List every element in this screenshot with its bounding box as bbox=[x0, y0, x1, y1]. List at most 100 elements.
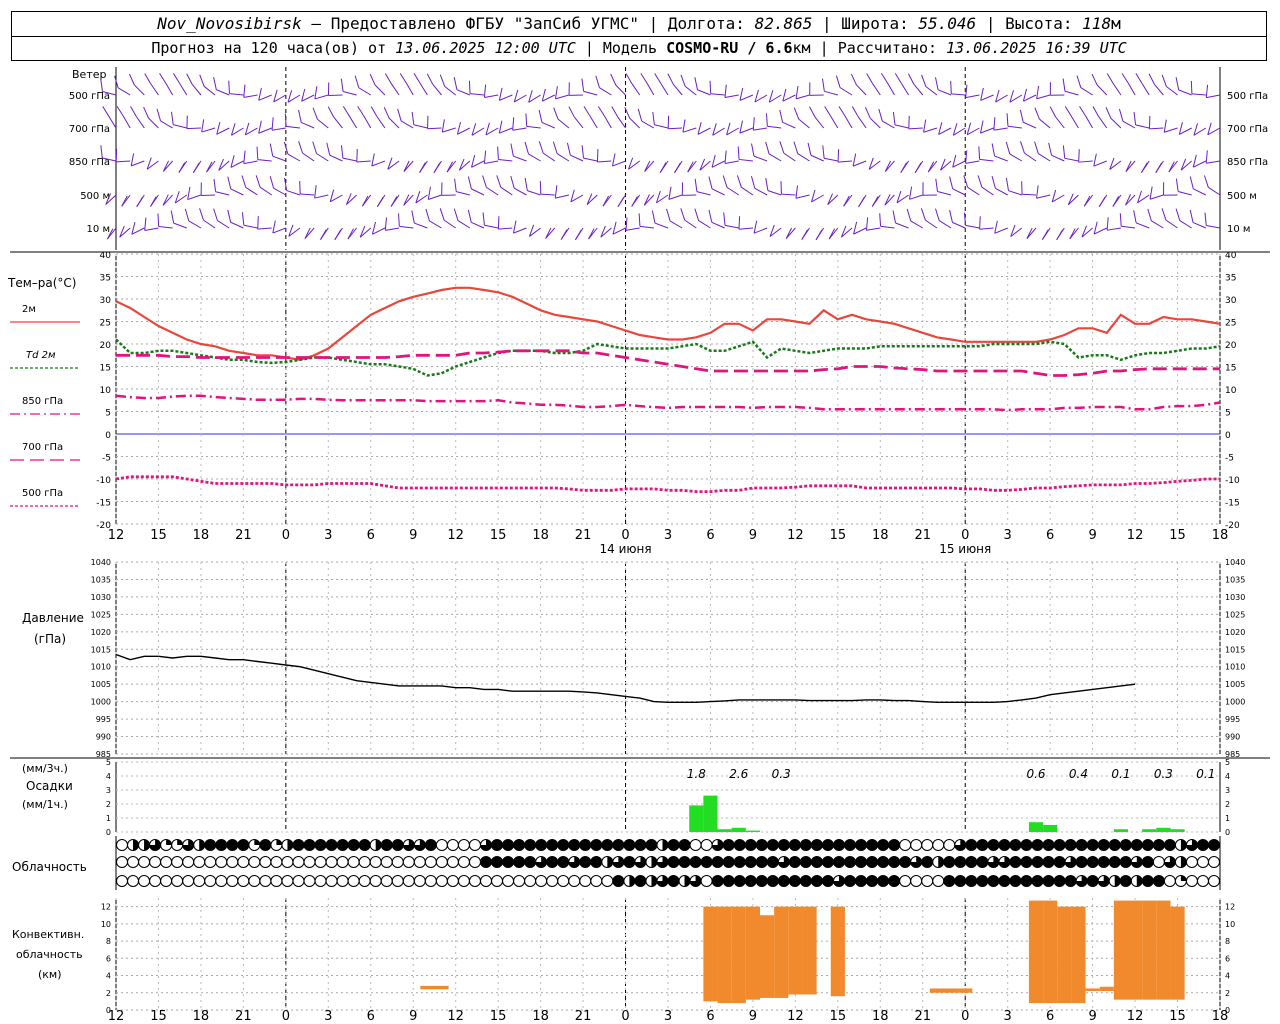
wind-barb bbox=[654, 222, 669, 229]
wind-barb-tick bbox=[878, 108, 883, 122]
cloud-circle bbox=[1020, 875, 1033, 887]
pressure-ytick-left: 1025 bbox=[91, 610, 111, 619]
cloud-fill bbox=[1180, 875, 1187, 881]
wind-barb bbox=[994, 155, 1008, 162]
wind-barb-tick bbox=[170, 111, 174, 125]
wind-barb bbox=[583, 90, 598, 96]
cloud-symbol bbox=[976, 856, 989, 868]
cloud-symbol bbox=[722, 839, 735, 851]
wind-barb bbox=[287, 153, 301, 162]
wind-barb bbox=[498, 159, 513, 162]
wind-barb bbox=[739, 94, 754, 101]
wind-barb bbox=[1151, 220, 1164, 229]
wind-barb-tick bbox=[272, 220, 276, 234]
wind-barb bbox=[1093, 160, 1107, 167]
wind-barb bbox=[1125, 194, 1136, 206]
wind-barb bbox=[243, 94, 258, 98]
cloud-symbol bbox=[502, 875, 515, 887]
cloud-circle bbox=[755, 875, 768, 887]
cloud-symbol bbox=[656, 839, 669, 851]
cloud-circle bbox=[546, 856, 559, 868]
cloud-circle bbox=[380, 856, 393, 868]
wind-barb bbox=[258, 127, 272, 134]
cloud-circle bbox=[524, 875, 537, 887]
cloud-circle bbox=[446, 839, 459, 851]
cloud-circle bbox=[1042, 856, 1055, 868]
conv-bar bbox=[434, 985, 449, 990]
conv-ytick-right: 8 bbox=[1225, 937, 1230, 946]
wind-barb-tick bbox=[739, 120, 743, 134]
cloud-circle bbox=[149, 875, 162, 887]
cloud-circle bbox=[513, 839, 526, 851]
cloud-title: Облачность bbox=[12, 860, 87, 874]
wind-barb-tick bbox=[950, 80, 952, 94]
cloud-symbol bbox=[832, 856, 845, 868]
cloud-symbol bbox=[248, 839, 261, 851]
wind-barb-tick bbox=[199, 74, 205, 87]
wind-barb-tick bbox=[682, 119, 686, 133]
cloud-circle bbox=[358, 875, 371, 887]
cloud-circle bbox=[1163, 875, 1176, 887]
cloud-symbol bbox=[557, 839, 570, 851]
wind-barb-tick bbox=[568, 106, 575, 118]
cloud-symbol bbox=[799, 875, 812, 887]
cloud-symbol bbox=[1042, 839, 1055, 851]
wind-barb-tick bbox=[227, 176, 232, 190]
cloud-symbol bbox=[193, 839, 206, 851]
wind-barb bbox=[1135, 222, 1150, 229]
wind-barb bbox=[798, 118, 810, 129]
cloud-circle bbox=[546, 875, 559, 887]
cloud-circle bbox=[755, 856, 768, 868]
cloud-symbol bbox=[888, 856, 901, 868]
wind-barb bbox=[895, 222, 909, 229]
cloud-circle bbox=[424, 875, 437, 887]
wind-barb bbox=[271, 127, 286, 131]
cloud-symbol bbox=[557, 856, 570, 868]
wind-barb-tick bbox=[871, 196, 879, 207]
cloud-circle bbox=[259, 839, 272, 851]
wind-barb-tick bbox=[949, 209, 953, 223]
temp-xtick: 18 bbox=[532, 528, 549, 543]
cloud-symbol bbox=[1185, 875, 1198, 887]
cloud-symbol bbox=[1130, 839, 1143, 851]
wind-barb-tick bbox=[512, 220, 517, 234]
cloud-symbol bbox=[601, 856, 614, 868]
cloud-symbol bbox=[138, 875, 151, 887]
cloud-circle bbox=[821, 875, 834, 887]
cloud-symbol bbox=[821, 856, 834, 868]
wind-barb bbox=[810, 154, 824, 162]
cloud-circle bbox=[623, 839, 636, 851]
wind-barb-tick bbox=[173, 73, 180, 84]
wind-barb-tick bbox=[801, 229, 808, 240]
wind-barb bbox=[872, 83, 881, 96]
pressure-ytick-left: 1030 bbox=[91, 593, 111, 602]
cloud-circle bbox=[954, 875, 967, 887]
cloud-symbol bbox=[380, 856, 393, 868]
cloud-symbol bbox=[524, 875, 537, 887]
wind-barb-tick bbox=[1091, 73, 1098, 86]
cloud-circle bbox=[976, 839, 989, 851]
wind-barb bbox=[866, 227, 881, 231]
wind-barb bbox=[697, 89, 711, 96]
cloud-circle bbox=[204, 875, 217, 887]
wind-barb-tick bbox=[668, 186, 672, 200]
cloud-circle bbox=[215, 856, 228, 868]
temp-xtick: 21 bbox=[575, 528, 592, 543]
conv-bar bbox=[731, 906, 746, 1004]
wind-barb-tick bbox=[694, 208, 700, 221]
cloud-symbol bbox=[568, 839, 581, 851]
wind-barb-tick bbox=[993, 117, 996, 131]
temp-xtick: 3 bbox=[664, 528, 672, 543]
wind-barb-tick bbox=[680, 208, 686, 221]
cloud-fill bbox=[177, 839, 183, 845]
temp-series-850-гПа bbox=[115, 394, 1221, 412]
cloud-circle bbox=[844, 875, 856, 887]
cloud-fill bbox=[287, 839, 293, 851]
wind-barb bbox=[767, 125, 782, 129]
cloud-circle bbox=[634, 839, 647, 851]
pressure-ytick-left: 990 bbox=[96, 733, 111, 742]
wind-barb-tick bbox=[651, 210, 656, 224]
cloud-symbol bbox=[1097, 856, 1110, 868]
wind-barb bbox=[258, 94, 272, 101]
wind-barb-tick bbox=[611, 106, 618, 117]
